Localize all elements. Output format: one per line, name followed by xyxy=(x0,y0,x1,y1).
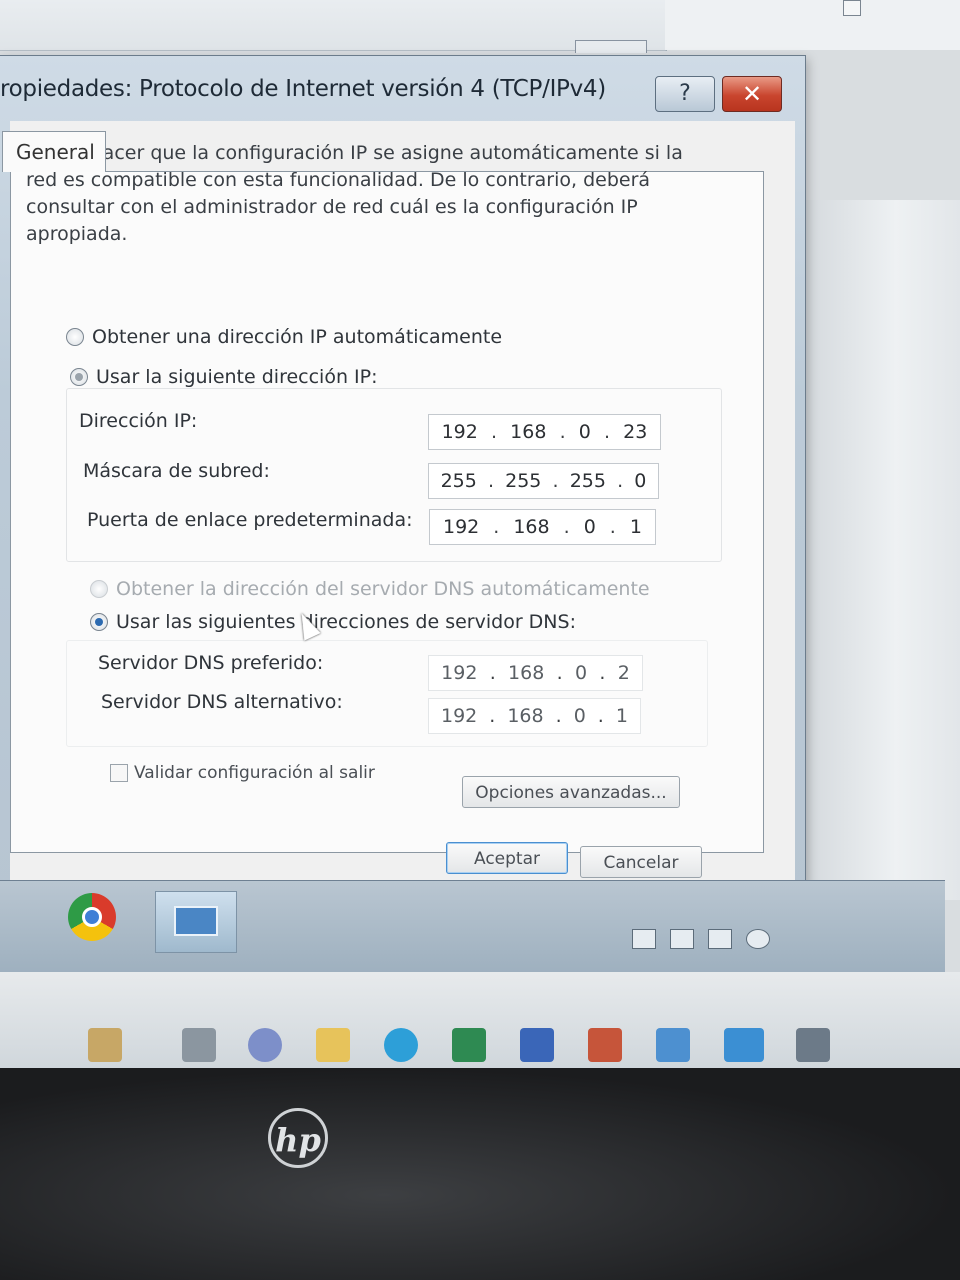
window-icon xyxy=(843,0,861,16)
ip-octet: 168 xyxy=(507,705,544,727)
ip-octet: 255 xyxy=(440,470,477,492)
ip-manual-option[interactable]: Usar la siguiente dirección IP: xyxy=(70,366,378,388)
gateway-label: Puerta de enlace predeterminada: xyxy=(87,509,413,531)
dns-auto-label: Obtener la dirección del servidor DNS au… xyxy=(116,578,650,600)
network-icon[interactable] xyxy=(670,929,694,949)
ip-octet: 168 xyxy=(513,516,550,538)
dns-manual-label: Usar las siguientes direcciones de servi… xyxy=(116,611,576,633)
word-icon[interactable] xyxy=(520,1028,554,1062)
help-button[interactable]: ? xyxy=(655,76,715,112)
intro-text: Puede hacer que la configuración IP se a… xyxy=(26,142,683,245)
ip-octet: 0 xyxy=(573,705,586,727)
ip-auto-option[interactable]: Obtener una dirección IP automáticamente xyxy=(66,326,502,348)
powerpoint-icon[interactable] xyxy=(588,1028,622,1062)
ok-button[interactable]: Aceptar xyxy=(446,842,568,874)
windows-store-icon[interactable] xyxy=(796,1028,830,1062)
ip-address-field[interactable]: 192. 168. 0. 23 xyxy=(428,414,661,450)
validate-label: Validar configuración al salir xyxy=(134,763,375,783)
network-connections-icon[interactable] xyxy=(155,891,237,953)
mail-icon[interactable] xyxy=(724,1028,764,1062)
hp-logo: hp xyxy=(268,1108,328,1168)
ip-octet: 2 xyxy=(617,662,630,684)
dns-auto-radio[interactable] xyxy=(90,580,108,598)
chat-icon[interactable] xyxy=(248,1028,282,1062)
ip-octet: 192 xyxy=(441,421,478,443)
background-window xyxy=(0,0,667,51)
validate-option[interactable]: Validar configuración al salir xyxy=(110,763,375,783)
tab-general[interactable]: General xyxy=(2,131,106,172)
ip-octet: 0 xyxy=(583,516,596,538)
ip-octet: 0 xyxy=(574,662,588,684)
ip-octet: 0 xyxy=(634,470,647,492)
ip-octet: 192 xyxy=(441,662,478,684)
file-explorer-icon[interactable] xyxy=(88,1028,122,1062)
dns-manual-option[interactable]: Usar las siguientes direcciones de servi… xyxy=(90,611,576,633)
close-button[interactable]: ✕ xyxy=(722,76,782,112)
dns-auto-option[interactable]: Obtener la dirección del servidor DNS au… xyxy=(90,578,650,600)
gateway-field[interactable]: 192. 168. 0. 1 xyxy=(429,509,656,545)
desktop-icon[interactable] xyxy=(182,1028,216,1062)
dns-preferred-field[interactable]: 192. 168. 0. 2 xyxy=(428,655,643,691)
volume-icon[interactable] xyxy=(746,929,770,949)
ip-octet: 1 xyxy=(615,705,628,727)
dialog-title: ropiedades: Protocolo de Internet versió… xyxy=(0,76,606,102)
3d-viewer-icon[interactable] xyxy=(656,1028,690,1062)
cancel-button[interactable]: Cancelar xyxy=(580,846,702,878)
subnet-mask-label: Máscara de subred: xyxy=(83,460,270,482)
screen-glare xyxy=(800,200,960,900)
ip-octet: 23 xyxy=(623,421,648,443)
flag-icon[interactable] xyxy=(632,929,656,949)
ip-octet: 255 xyxy=(569,470,606,492)
subnet-mask-field[interactable]: 255. 255. 255. 0 xyxy=(428,463,659,499)
ip-octet: 0 xyxy=(578,421,591,443)
edge-icon[interactable] xyxy=(384,1028,418,1062)
desktop-area xyxy=(665,0,960,50)
excel-icon[interactable] xyxy=(452,1028,486,1062)
laptop-bezel xyxy=(0,1068,960,1280)
ip-octet: 168 xyxy=(510,421,547,443)
ip-manual-label: Usar la siguiente dirección IP: xyxy=(96,366,378,388)
dns-alternate-label: Servidor DNS alternativo: xyxy=(101,691,343,713)
chrome-icon[interactable] xyxy=(68,893,116,941)
printer-icon[interactable] xyxy=(708,929,732,949)
ip-auto-radio[interactable] xyxy=(66,328,84,346)
taskbar xyxy=(0,880,945,973)
advanced-options-button[interactable]: Opciones avanzadas... xyxy=(462,776,680,808)
dns-alternate-field[interactable]: 192. 168. 0. 1 xyxy=(428,698,641,734)
background-window-tab xyxy=(575,40,647,53)
ip-address-label: Dirección IP: xyxy=(79,410,198,432)
folder-icon[interactable] xyxy=(316,1028,350,1062)
ip-manual-radio[interactable] xyxy=(70,368,88,386)
ip-octet: 168 xyxy=(508,662,545,684)
ip-octet: 1 xyxy=(629,516,642,538)
ip-octet: 255 xyxy=(505,470,542,492)
ip-octet: 192 xyxy=(441,705,478,727)
ip-auto-label: Obtener una dirección IP automáticamente xyxy=(92,326,503,348)
dns-manual-radio[interactable] xyxy=(90,613,108,631)
validate-checkbox[interactable] xyxy=(110,764,128,782)
dns-preferred-label: Servidor DNS preferido: xyxy=(98,652,324,674)
ip-octet: 192 xyxy=(443,516,480,538)
